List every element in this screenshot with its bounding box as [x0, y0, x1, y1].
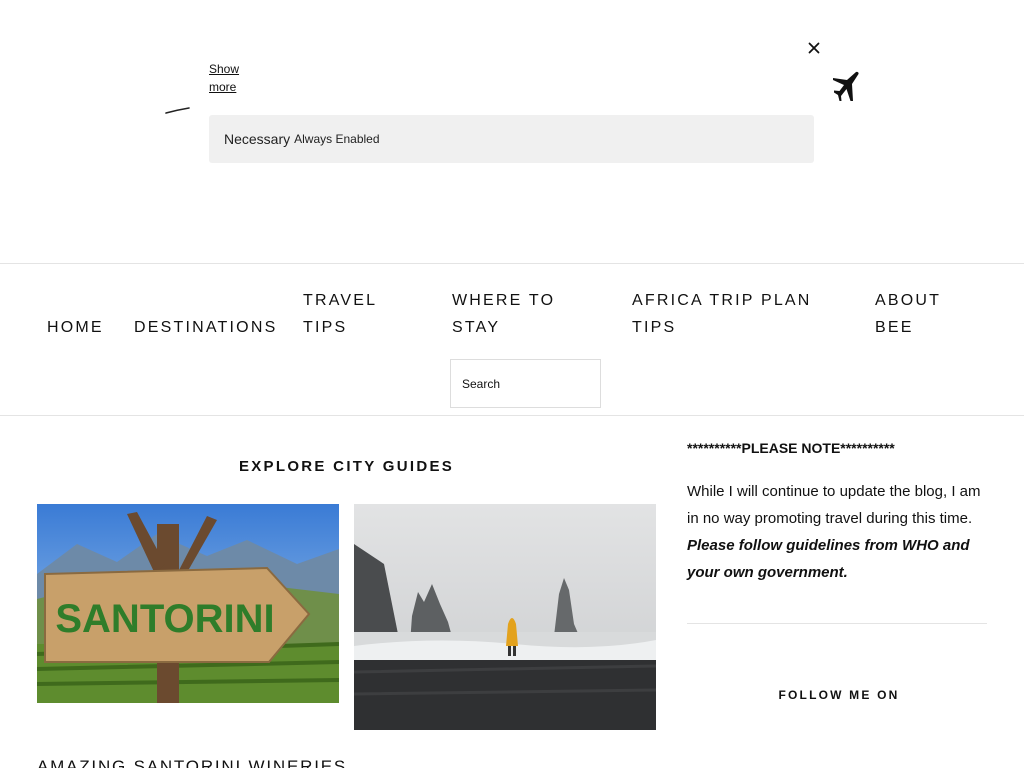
necessary-label: Necessary [224, 131, 291, 147]
iceland-beach-card-image[interactable] [354, 504, 656, 730]
black-sand-beach-photo [354, 504, 656, 730]
sidebar-divider [687, 623, 987, 624]
search-input[interactable] [450, 359, 601, 408]
follow-me-heading: FOLLOW ME ON [778, 688, 900, 702]
please-note-emphasis: Please follow guidelines from WHO and yo… [687, 537, 970, 581]
close-icon[interactable] [806, 40, 822, 56]
please-note-body: While I will continue to update the blog… [687, 483, 981, 527]
necessary-cookies-row[interactable]: Necessary Always Enabled [209, 115, 814, 163]
nav-item-africa-trip-plan-tips[interactable]: AFRICA TRIP PLAN TIPS [632, 287, 812, 341]
nav-item-destinations[interactable]: DESTINATIONS [134, 314, 277, 341]
santorini-sign-photo: SANTORINI [37, 504, 339, 703]
nav-item-home[interactable]: HOME [47, 314, 104, 341]
santorini-card-image[interactable]: SANTORINI [37, 504, 339, 703]
post-title-santorini-wineries[interactable]: AMAZING SANTORINI WINERIES [37, 757, 347, 768]
cookie-consent-area: Show more Necessary Always Enabled [0, 0, 1024, 264]
main-navigation: HOME DESTINATIONS TRAVEL TIPS WHERE TO S… [0, 264, 1024, 416]
nav-item-travel-tips[interactable]: TRAVEL TIPS [303, 287, 377, 341]
always-enabled-label: Always Enabled [294, 132, 380, 146]
airplane-icon [833, 71, 859, 101]
santorini-sign-text: SANTORINI [55, 597, 274, 641]
show-more-link[interactable]: Show more [209, 60, 249, 96]
nav-item-where-to-stay[interactable]: WHERE TO STAY [452, 287, 555, 341]
nav-item-about-bee[interactable]: ABOUT BEE [875, 287, 941, 341]
please-note-heading: **********PLEASE NOTE********** [687, 440, 895, 456]
decorative-line-icon [165, 107, 190, 114]
section-title-explore-city-guides: EXPLORE CITY GUIDES [238, 458, 455, 475]
